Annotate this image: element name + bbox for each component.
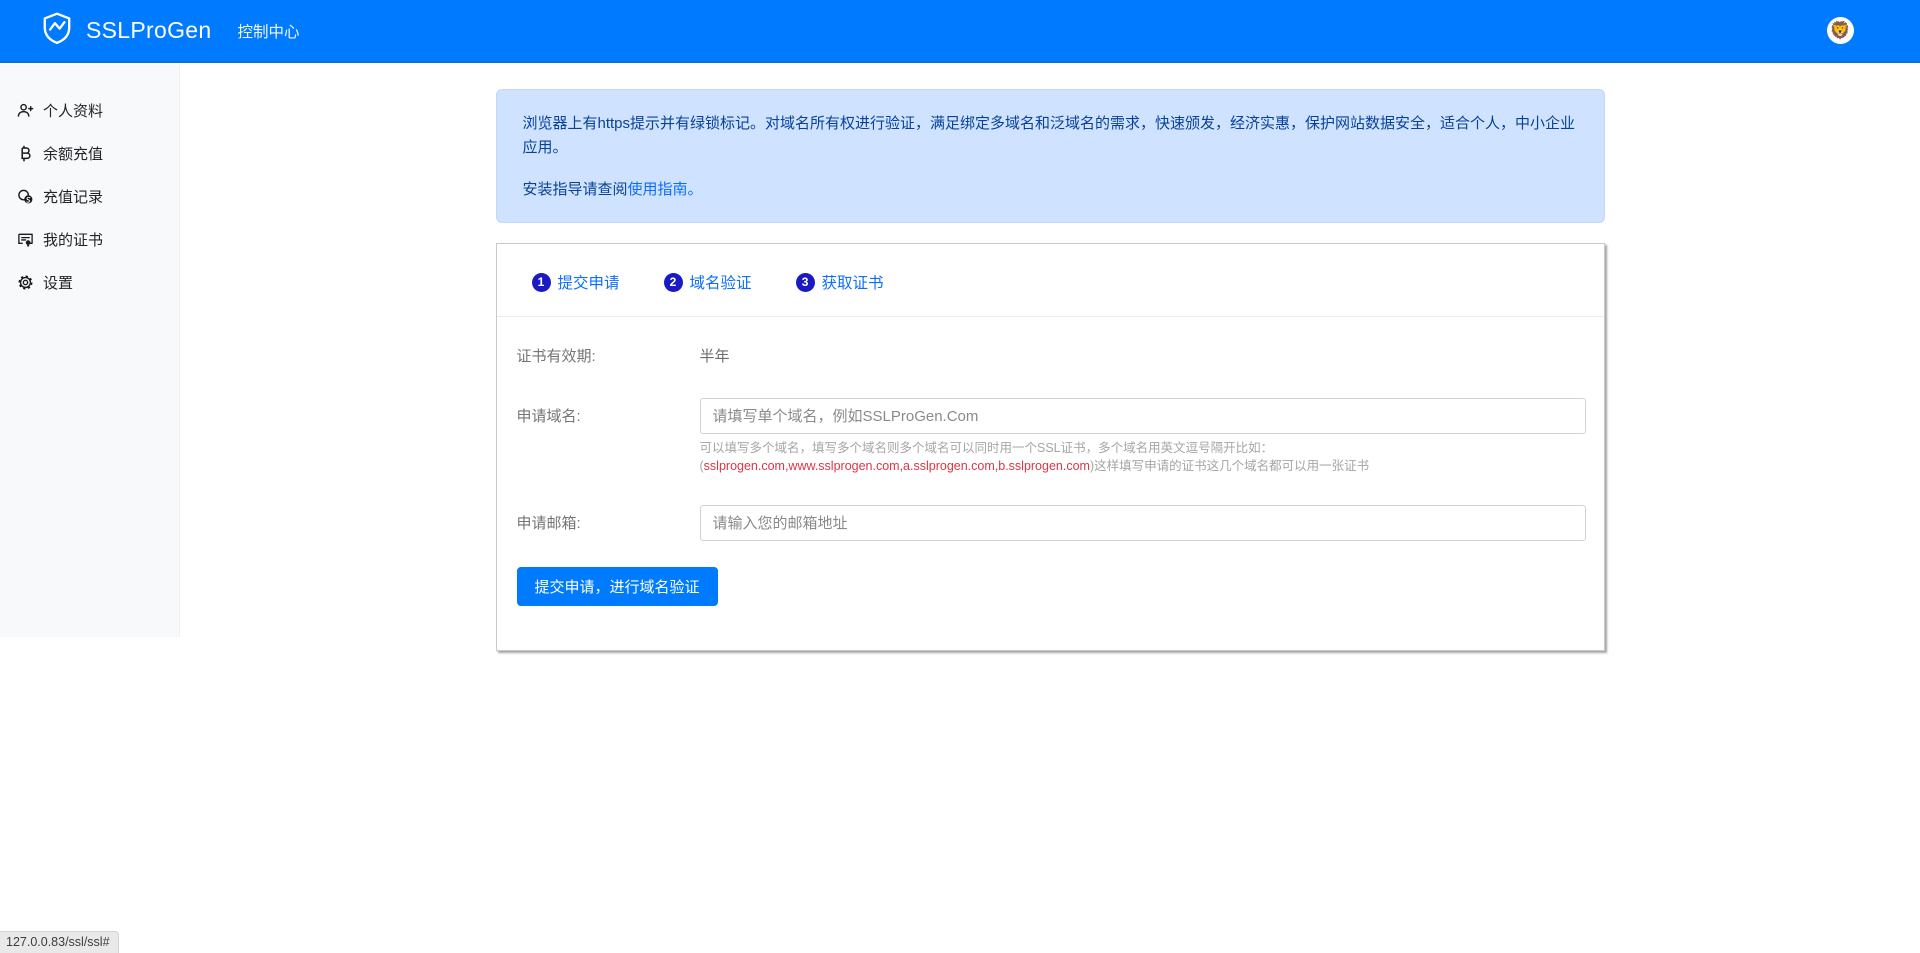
sidebar-item-label: 个人资料 xyxy=(43,100,103,121)
brand-title: SSLProGen xyxy=(86,17,211,44)
top-navbar: SSLProGen 控制中心 🦁 xyxy=(0,0,1920,63)
person-plus-icon xyxy=(16,102,34,120)
sidebar-item-settings[interactable]: 设置 xyxy=(0,261,179,304)
step-2-badge: 2 xyxy=(664,273,683,292)
domain-help-text: 可以填写多个域名，填写多个域名则多个域名可以同时用一个SSL证书，多个域名用英文… xyxy=(700,439,1586,475)
validity-row: 证书有效期: 半年 xyxy=(517,345,1584,366)
validity-value: 半年 xyxy=(700,345,730,366)
tab-step-domain-verify[interactable]: 2 域名验证 xyxy=(664,271,752,293)
link-preview-statusbar: 127.0.0.83/ssl/ssl# xyxy=(0,931,119,953)
shield-logo-icon xyxy=(40,11,74,50)
certificate-icon xyxy=(16,231,34,249)
sidebar: 个人资料 余额充值 充值记录 xyxy=(0,65,180,637)
info-alert: 浏览器上有https提示并有绿锁标记。对域名所有权进行验证，满足绑定多域名和泛域… xyxy=(496,89,1605,223)
sidebar-item-profile[interactable]: 个人资料 xyxy=(0,89,179,132)
domain-help-suffix: )这样填写申请的证书这几个域名都可以用一张证书 xyxy=(1090,459,1369,473)
validity-label: 证书有效期: xyxy=(517,345,700,366)
step-3-badge: 3 xyxy=(796,273,815,292)
coins-icon xyxy=(16,188,34,206)
sidebar-item-label: 设置 xyxy=(43,272,73,293)
sidebar-item-label: 我的证书 xyxy=(43,229,103,250)
sidebar-item-label: 充值记录 xyxy=(43,186,103,207)
tab-step-submit[interactable]: 1 提交申请 xyxy=(532,271,620,293)
avatar-emoji: 🦁 xyxy=(1830,22,1851,39)
email-label: 申请邮箱: xyxy=(517,505,700,533)
application-card: 1 提交申请 2 域名验证 3 获取证书 证书有效期: 半年 申请域名: xyxy=(496,243,1605,651)
main-content: 浏览器上有https提示并有绿锁标记。对域名所有权进行验证，满足绑定多域名和泛域… xyxy=(180,89,1920,651)
step-1-badge: 1 xyxy=(532,273,551,292)
sidebar-item-certificates[interactable]: 我的证书 xyxy=(0,218,179,261)
nav-link-control-center[interactable]: 控制中心 xyxy=(237,20,299,42)
domain-row: 申请域名: 可以填写多个域名，填写多个域名则多个域名可以同时用一个SSL证书，多… xyxy=(517,398,1584,475)
email-input[interactable] xyxy=(700,505,1586,541)
application-form: 证书有效期: 半年 申请域名: 可以填写多个域名，填写多个域名则多个域名可以同时… xyxy=(497,317,1604,650)
domain-label: 申请域名: xyxy=(517,398,700,426)
bitcoin-icon xyxy=(16,145,34,163)
alert-description: 浏览器上有https提示并有绿锁标记。对域名所有权进行验证，满足绑定多域名和泛域… xyxy=(523,112,1578,160)
domain-help-example-domains: sslprogen.com,www.sslprogen.com,a.sslpro… xyxy=(704,459,1090,473)
step-2-label: 域名验证 xyxy=(690,271,752,293)
step-1-label: 提交申请 xyxy=(558,271,620,293)
steps-tabs: 1 提交申请 2 域名验证 3 获取证书 xyxy=(497,244,1604,317)
alert-install-line: 安装指导请查阅使用指南。 xyxy=(523,178,1578,202)
brand[interactable]: SSLProGen xyxy=(40,11,211,50)
sidebar-item-label: 余额充值 xyxy=(43,143,103,164)
tab-step-get-certificate[interactable]: 3 获取证书 xyxy=(796,271,884,293)
step-3-label: 获取证书 xyxy=(822,271,884,293)
sidebar-item-recharge-records[interactable]: 充值记录 xyxy=(0,175,179,218)
email-row: 申请邮箱: xyxy=(517,505,1584,541)
submit-application-button[interactable]: 提交申请，进行域名验证 xyxy=(517,567,718,606)
domain-input[interactable] xyxy=(700,398,1586,434)
alert-install-prefix: 安装指导请查阅 xyxy=(523,181,628,198)
avatar[interactable]: 🦁 xyxy=(1827,17,1854,44)
usage-guide-link[interactable]: 使用指南。 xyxy=(628,181,703,198)
gear-icon xyxy=(16,274,34,292)
sidebar-item-recharge[interactable]: 余额充值 xyxy=(0,132,179,175)
